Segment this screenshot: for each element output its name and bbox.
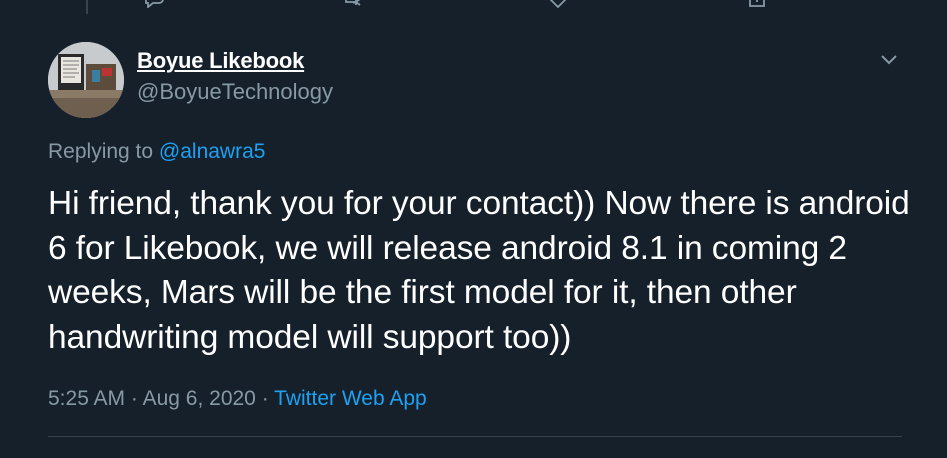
tweet-page: Boyue Likebook @BoyueTechnology Replying…: [0, 0, 947, 458]
more-options-button[interactable]: [876, 46, 902, 72]
replying-to: Replying to @alnawra5: [48, 140, 265, 164]
divider: [48, 436, 902, 437]
share-icon: [746, 0, 768, 12]
share-button[interactable]: [746, 0, 768, 8]
avatar[interactable]: [48, 42, 124, 118]
meta-separator: ·: [130, 387, 138, 410]
tweet-text: Hi friend, thank you for your contact)) …: [48, 185, 910, 356]
replying-to-mention[interactable]: @alnawra5: [159, 140, 266, 163]
tweet-source[interactable]: Twitter Web App: [274, 387, 427, 410]
tweet-time[interactable]: 5:25 AM: [48, 387, 125, 410]
retweet-button[interactable]: [342, 0, 364, 8]
author-handle[interactable]: @BoyueTechnology: [137, 79, 333, 105]
retweet-icon: [342, 0, 364, 12]
replying-to-label: Replying to: [48, 140, 154, 163]
heart-icon: [547, 0, 569, 12]
author-name[interactable]: Boyue Likebook: [137, 48, 304, 74]
tweet-meta: 5:25 AM · Aug 6, 2020 · Twitter Web App: [48, 387, 427, 411]
avatar-image: [48, 42, 124, 118]
reply-button[interactable]: [143, 0, 165, 9]
thread-connector-line: [86, 0, 88, 14]
reply-icon: [143, 0, 165, 12]
like-button[interactable]: [547, 0, 569, 9]
chevron-down-icon: [876, 55, 902, 76]
tweet-date[interactable]: Aug 6, 2020: [143, 387, 256, 410]
meta-separator: ·: [261, 387, 269, 410]
